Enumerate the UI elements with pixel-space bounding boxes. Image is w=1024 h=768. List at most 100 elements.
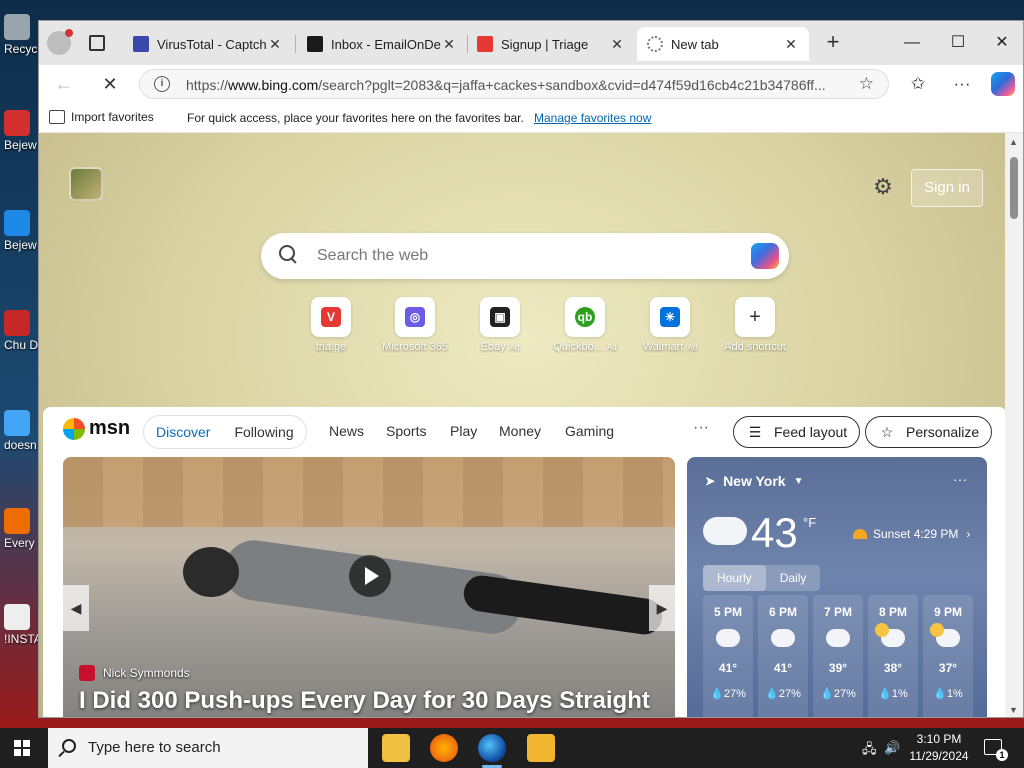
scroll-down-icon[interactable]: ▼ (1009, 705, 1018, 715)
profile-avatar-icon[interactable] (47, 29, 73, 55)
minimize-icon[interactable]: — (889, 29, 935, 57)
more-options-icon[interactable]: ··· (951, 73, 973, 95)
vertical-scrollbar[interactable]: ▲ ▼ (1005, 133, 1023, 717)
triage-icon (477, 36, 493, 52)
copilot-icon[interactable] (991, 72, 1015, 96)
nav-sports[interactable]: Sports (386, 423, 426, 439)
nav-gaming[interactable]: Gaming (565, 423, 614, 439)
sign-in-button[interactable]: Sign in (911, 169, 983, 207)
feed-layout-button[interactable]: ☰ Feed layout (733, 416, 861, 448)
site-info-icon[interactable]: i (154, 76, 170, 92)
desktop-icon-recycle-bin[interactable]: Recyc (4, 14, 38, 56)
ebay-bag-icon: ▣ (490, 307, 510, 327)
nav-play[interactable]: Play (450, 423, 477, 439)
notification-icon[interactable]: 1 (984, 739, 1008, 761)
tab-virustotal[interactable]: VirusTotal - Captcha ✕ (123, 27, 293, 61)
hero-video-card[interactable]: ◀ ▶ Nick Symmonds I Did 300 Push-ups Eve… (63, 457, 675, 717)
carousel-next-icon[interactable]: ▶ (649, 585, 675, 631)
new-tab-plus-icon[interactable]: + (821, 31, 845, 55)
network-icon[interactable]: 🖧 (862, 740, 877, 762)
location-arrow-icon: ➤ (705, 474, 716, 488)
msn-logo[interactable]: msn (63, 417, 130, 440)
maximize-icon[interactable]: ☐ (935, 29, 981, 57)
favorites-icon[interactable]: ✩ (907, 73, 929, 95)
personalize-button[interactable]: ☆ Personalize (865, 416, 993, 448)
hourly-forecast: 5 PM 41° 💧27% 6 PM 41° 💧27% 7 PM 39° 💧27… (703, 595, 973, 717)
taskbar-search-input[interactable]: Type here to search (88, 739, 221, 756)
scrollbar-thumb[interactable] (1010, 157, 1018, 219)
tab-daily[interactable]: Daily (766, 565, 821, 591)
firefox-icon[interactable] (430, 734, 458, 762)
shortcut-microsoft-365[interactable]: ◎ Microsoft 365 (375, 297, 455, 353)
loading-spinner-icon (647, 36, 663, 52)
close-window-icon[interactable]: ✕ (979, 29, 1023, 57)
tab-separator (295, 35, 296, 53)
tab-discover[interactable]: Discover (144, 424, 222, 440)
carousel-prev-icon[interactable]: ◀ (63, 585, 89, 631)
shortcut-walmart[interactable]: ✳ Walmart Ad (630, 297, 710, 353)
close-tab-icon[interactable]: ✕ (783, 36, 799, 53)
back-arrow-icon[interactable]: ← (53, 73, 75, 95)
close-tab-icon[interactable]: ✕ (267, 36, 283, 53)
scroll-up-icon[interactable]: ▲ (1009, 137, 1018, 147)
manage-favorites-link[interactable]: Manage favorites now (534, 111, 651, 125)
system-clock[interactable]: 3:10 PM 11/29/2024 (904, 731, 974, 765)
import-favorites-button[interactable]: Import favorites (49, 110, 154, 124)
add-favorite-star-icon[interactable]: ☆ (859, 74, 874, 94)
temperature-unit[interactable]: °F (803, 515, 816, 530)
weather-card[interactable]: ➤ New York ▼ ··· 43 °F Sunset 4:29 PM › … (687, 457, 987, 717)
taskbar-search-box[interactable]: Type here to search (48, 728, 368, 768)
nav-money[interactable]: Money (499, 423, 541, 439)
add-shortcut-button[interactable]: + Add shortcut (715, 297, 795, 353)
settings-gear-icon[interactable]: ⚙ (871, 175, 895, 199)
windows-start-icon[interactable] (14, 740, 30, 756)
more-dots-icon[interactable]: ··· (693, 419, 709, 437)
desktop-icon-doesn[interactable]: doesn (4, 410, 38, 452)
desktop-icon-bejeweled-2[interactable]: Bejew Del (4, 210, 38, 252)
tab-actions-icon[interactable] (89, 35, 105, 51)
tab-hourly[interactable]: Hourly (703, 565, 766, 591)
tab-following[interactable]: Following (222, 424, 305, 440)
play-icon[interactable] (349, 555, 391, 597)
background-image-icon[interactable] (69, 167, 103, 201)
desktop-icon-every[interactable]: Every (4, 508, 38, 550)
taskbar: Type here to search 🖧 🔊 3:10 PM 11/29/20… (0, 728, 1024, 768)
favorites-bar: Import favorites For quick access, place… (39, 103, 1023, 133)
desktop-icon-chuzzle[interactable]: Chu Del (4, 310, 38, 352)
copilot-search-icon[interactable] (751, 243, 779, 269)
dreamweaver-icon[interactable] (527, 734, 555, 762)
article-headline[interactable]: I Did 300 Push-ups Every Day for 30 Days… (79, 687, 650, 715)
volume-icon[interactable]: 🔊 (884, 740, 900, 756)
chuzzle-icon (4, 310, 30, 336)
address-bar[interactable]: i https://www.bing.com/search?pglt=2083&… (139, 69, 889, 99)
tab-emailondeck[interactable]: Inbox - EmailOnDeck ✕ (297, 27, 467, 61)
desktop-icon-install[interactable]: !INSTA (4, 604, 38, 646)
search-box[interactable]: Search the web (261, 233, 789, 279)
search-icon (279, 245, 297, 263)
warehouse-boxes (63, 457, 675, 527)
nav-news[interactable]: News (329, 423, 364, 439)
url-text[interactable]: https://www.bing.com/search?pglt=2083&q=… (186, 77, 836, 93)
cloudy-icon (771, 629, 795, 647)
feed-tab-group: Discover Following (143, 415, 307, 449)
weather-more-icon[interactable]: ··· (953, 471, 967, 487)
shortcut-triage[interactable]: V tria.ge (291, 297, 371, 353)
weather-location[interactable]: ➤ New York ▼ (705, 473, 803, 489)
desktop-icon-bejeweled-1[interactable]: Bejew Del (4, 110, 38, 152)
virustotal-icon (133, 36, 149, 52)
stop-loading-icon[interactable]: ✕ (99, 73, 121, 95)
close-tab-icon[interactable]: ✕ (441, 36, 457, 53)
close-tab-icon[interactable]: ✕ (609, 36, 625, 53)
sunset-icon (853, 529, 867, 539)
tab-triage[interactable]: Signup | Triage ✕ (467, 27, 635, 61)
search-input[interactable]: Search the web (317, 247, 428, 265)
shortcut-ebay[interactable]: ▣ Ebay Ad (460, 297, 540, 353)
raindrop-icon: 💧 (710, 688, 724, 700)
edge-icon[interactable] (478, 734, 506, 768)
sunset-time: Sunset 4:29 PM › (853, 527, 970, 541)
raindrop-icon: 💧 (933, 688, 947, 700)
tab-new-tab[interactable]: New tab ✕ (637, 27, 809, 61)
shortcut-quickbooks[interactable]: qb Quickbo... Ad (545, 297, 625, 353)
walmart-spark-icon: ✳ (660, 307, 680, 327)
file-explorer-icon[interactable] (382, 734, 410, 762)
